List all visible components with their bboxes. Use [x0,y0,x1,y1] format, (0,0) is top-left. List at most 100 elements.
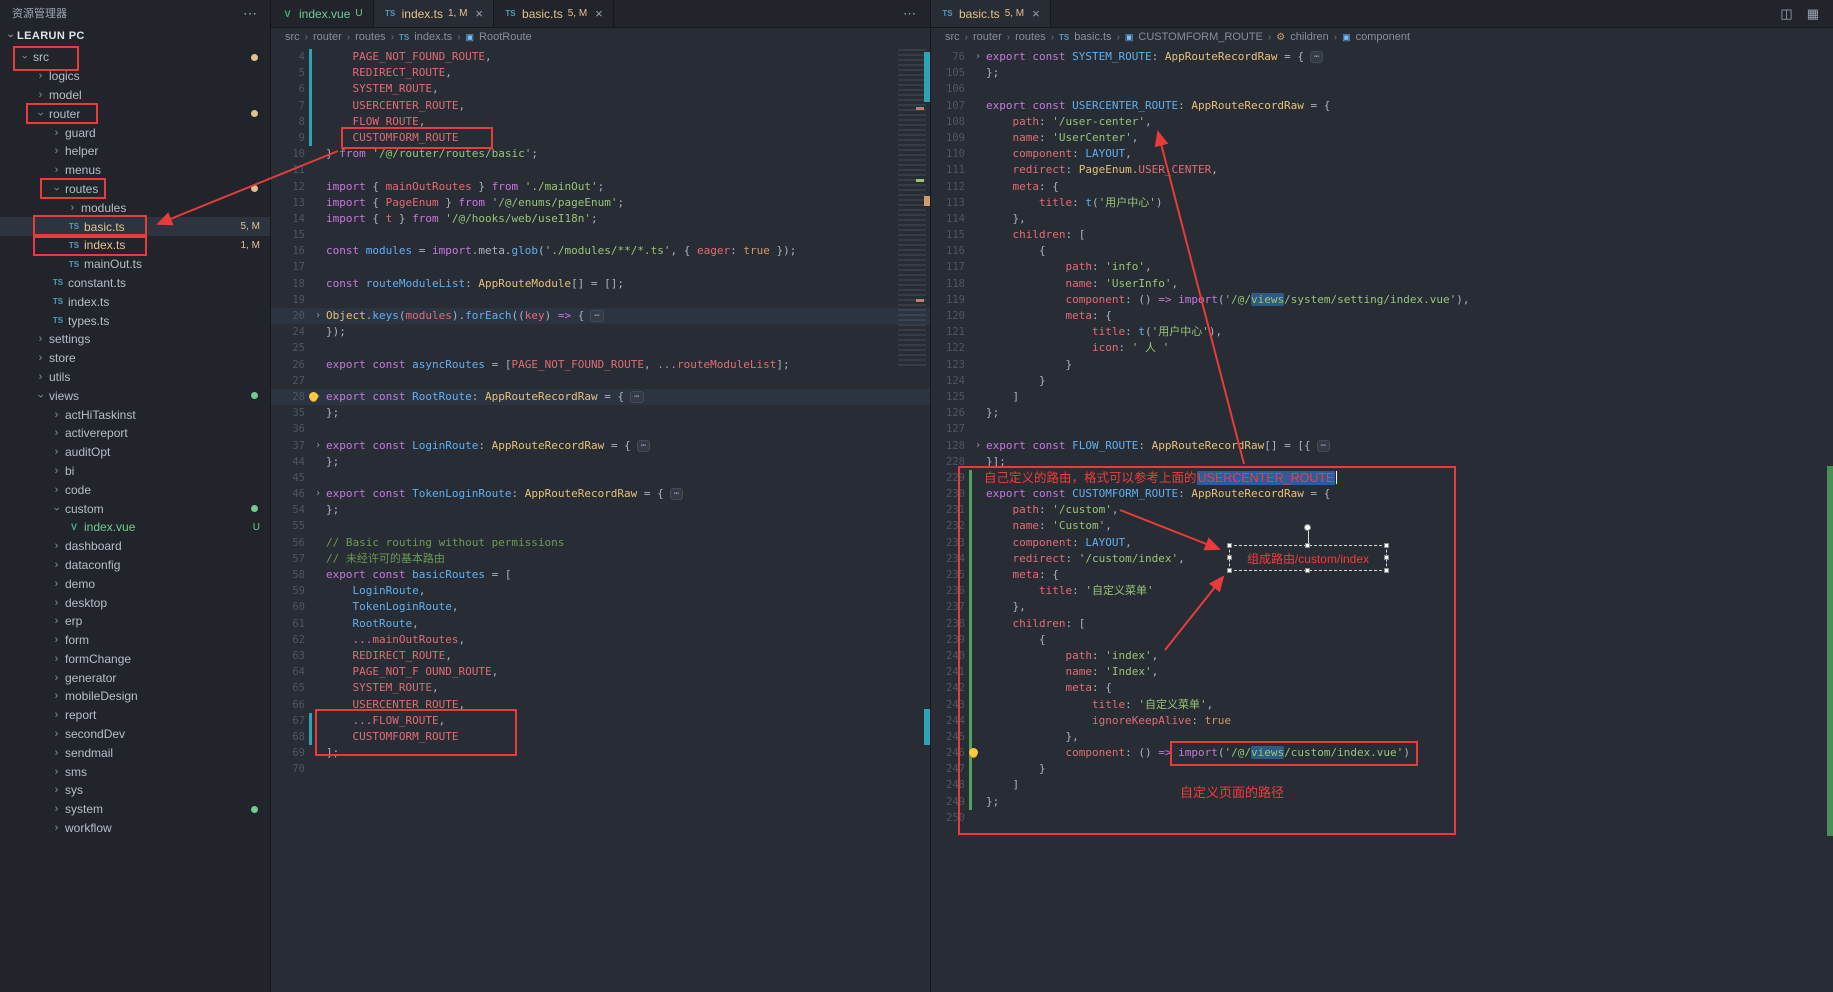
tree-item-index.vue[interactable]: Vindex.vueU [0,518,270,537]
tree-item-modules[interactable]: ›modules [0,198,270,217]
code-line-7[interactable]: 7 USERCENTER_ROUTE, [271,98,930,114]
code-line-8[interactable]: 8 FLOW_ROUTE, [271,114,930,130]
breadcrumb-item-router[interactable]: router [973,31,1002,43]
tree-item-constant.ts[interactable]: TSconstant.ts [0,274,270,293]
code-line-230[interactable]: 230export const CUSTOMFORM_ROUTE: AppRou… [931,486,1833,502]
code-line-66[interactable]: 66 USERCENTER_ROUTE, [271,697,930,713]
code-line-235[interactable]: 235 meta: { [931,567,1833,583]
tree-item-mobileDesign[interactable]: ›mobileDesign [0,687,270,706]
breadcrumb-item-router[interactable]: router [313,31,342,43]
code-line-114[interactable]: 114 }, [931,211,1833,227]
code-line-246[interactable]: 246 component: () => import('/@/views/cu… [931,745,1833,761]
code-line-117[interactable]: 117 path: 'info', [931,259,1833,275]
lightbulb-icon[interactable] [309,392,318,401]
code-line-236[interactable]: 236 title: '自定义菜单' [931,583,1833,599]
code-line-17[interactable]: 17 [271,259,930,275]
breadcrumb-item-routes[interactable]: routes [355,31,386,43]
lightbulb-icon[interactable] [969,748,978,757]
code-line-69[interactable]: 69]; [271,745,930,761]
tree-item-demo[interactable]: ›demo [0,574,270,593]
code-line-62[interactable]: 62 ...mainOutRoutes, [271,632,930,648]
code-line-119[interactable]: 119 component: () => import('/@/views/sy… [931,292,1833,308]
code-line-25[interactable]: 25 [271,340,930,356]
code-line-110[interactable]: 110 component: LAYOUT, [931,146,1833,162]
code-line-105[interactable]: 105}; [931,65,1833,81]
editor-layout-icon[interactable]: ▦ [1807,6,1819,22]
code-line-19[interactable]: 19 [271,292,930,308]
tree-item-custom[interactable]: ›custom [0,499,270,518]
code-line-6[interactable]: 6 SYSTEM_ROUTE, [271,81,930,97]
tree-item-code[interactable]: ›code [0,480,270,499]
code-line-15[interactable]: 15 [271,227,930,243]
code-line-228[interactable]: 228}]; [931,454,1833,470]
split-editor-icon[interactable]: ◫ [1780,6,1792,22]
code-line-250[interactable]: 250 [931,810,1833,826]
folded-code-ellipsis[interactable]: ⋯ [670,488,683,500]
folded-code-ellipsis[interactable]: ⋯ [1317,440,1330,452]
code-line-108[interactable]: 108 path: '/user-center', [931,114,1833,130]
tree-item-bi[interactable]: ›bi [0,462,270,481]
tree-item-activereport[interactable]: ›activereport [0,424,270,443]
code-line-44[interactable]: 44}; [271,454,930,470]
code-line-231[interactable]: 231 path: '/custom', [931,502,1833,518]
code-line-127[interactable]: 127 [931,421,1833,437]
more-actions-icon[interactable]: ⋯ [243,5,258,22]
breadcrumb-item-CUSTOMFORM_ROUTE[interactable]: CUSTOMFORM_ROUTE [1138,31,1262,43]
code-line-243[interactable]: 243 title: '自定义菜单', [931,697,1833,713]
tab-index.vue[interactable]: Vindex.vueU [271,0,374,27]
code-line-244[interactable]: 244 ignoreKeepAlive: true [931,713,1833,729]
fold-chevron-icon[interactable]: › [972,438,984,454]
tree-item-sys[interactable]: ›sys [0,781,270,800]
tree-item-formChange[interactable]: ›formChange [0,650,270,669]
tree-item-router[interactable]: ›router [0,104,270,123]
tree-item-erp[interactable]: ›erp [0,612,270,631]
tree-item-desktop[interactable]: ›desktop [0,593,270,612]
code-line-248[interactable]: 248 ] [931,777,1833,793]
folded-code-ellipsis[interactable]: ⋯ [630,391,643,403]
tree-item-sendmail[interactable]: ›sendmail [0,743,270,762]
tree-item-generator[interactable]: ›generator [0,668,270,687]
code-line-106[interactable]: 106 [931,81,1833,97]
code-line-116[interactable]: 116 { [931,243,1833,259]
code-line-107[interactable]: 107export const USERCENTER_ROUTE: AppRou… [931,98,1833,114]
close-icon[interactable]: × [475,6,483,21]
breadcrumb-item-src[interactable]: src [945,31,960,43]
code-line-12[interactable]: 12import { mainOutRoutes } from './mainO… [271,179,930,195]
code-line-245[interactable]: 245 }, [931,729,1833,745]
code-line-20[interactable]: 20›Object.keys(modules).forEach((key) =>… [271,308,930,324]
code-line-238[interactable]: 238 children: [ [931,616,1833,632]
code-line-124[interactable]: 124 } [931,373,1833,389]
tree-item-auditOpt[interactable]: ›auditOpt [0,443,270,462]
code-line-59[interactable]: 59 LoginRoute, [271,583,930,599]
code-line-45[interactable]: 45 [271,470,930,486]
folded-code-ellipsis[interactable]: ⋯ [1310,51,1323,63]
project-root[interactable]: › LEARUN PC [0,26,270,46]
code-line-65[interactable]: 65 SYSTEM_ROUTE, [271,680,930,696]
code-line-54[interactable]: 54}; [271,502,930,518]
tree-item-dataconfig[interactable]: ›dataconfig [0,556,270,575]
tree-item-settings[interactable]: ›settings [0,330,270,349]
code-line-11[interactable]: 11 [271,162,930,178]
code-line-55[interactable]: 55 [271,518,930,534]
tree-item-form[interactable]: ›form [0,631,270,650]
code-line-128[interactable]: 128›export const FLOW_ROUTE: AppRouteRec… [931,438,1833,454]
breadcrumb-item-children[interactable]: children [1290,31,1329,43]
code-line-63[interactable]: 63 REDIRECT_ROUTE, [271,648,930,664]
tree-item-dashboard[interactable]: ›dashboard [0,537,270,556]
tree-item-menus[interactable]: ›menus [0,161,270,180]
tree-item-views[interactable]: ›views [0,386,270,405]
fold-chevron-icon[interactable]: › [312,438,324,454]
code-line-122[interactable]: 122 icon: ' 人 ' [931,340,1833,356]
code-line-126[interactable]: 126}; [931,405,1833,421]
code-line-125[interactable]: 125 ] [931,389,1833,405]
tab-index.ts[interactable]: TSindex.ts1, M× [374,0,494,27]
code-line-120[interactable]: 120 meta: { [931,308,1833,324]
breadcrumb-item-index.ts[interactable]: index.ts [414,31,452,43]
code-line-115[interactable]: 115 children: [ [931,227,1833,243]
code-line-24[interactable]: 24}); [271,324,930,340]
tree-item-guard[interactable]: ›guard [0,123,270,142]
breadcrumb-item-component[interactable]: component [1356,31,1410,43]
code-editor[interactable]: 76›export const SYSTEM_ROUTE: AppRouteRe… [931,46,1833,992]
tree-item-helper[interactable]: ›helper [0,142,270,161]
fold-chevron-icon[interactable]: › [312,486,324,502]
